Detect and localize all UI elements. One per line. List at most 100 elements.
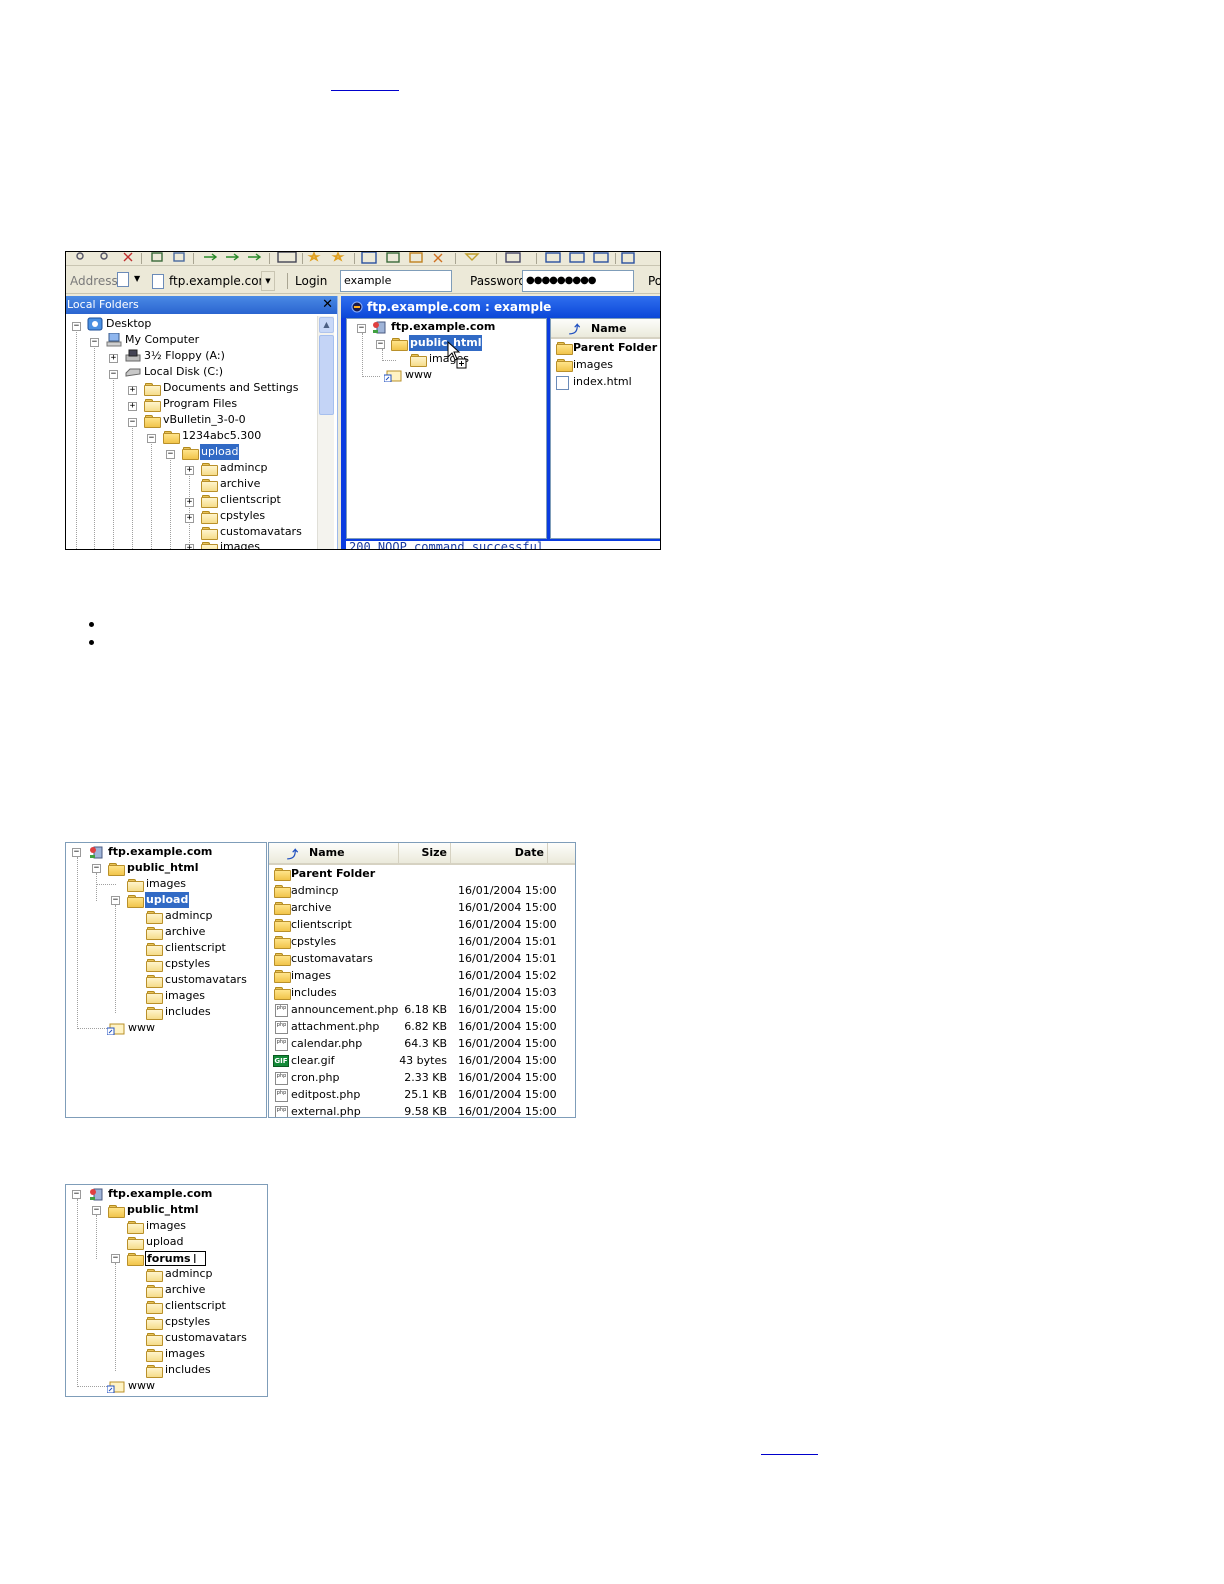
login-input[interactable]: example (340, 270, 452, 292)
folder-open-icon (163, 431, 180, 444)
drag-cursor-icon (447, 341, 467, 369)
table-row[interactable]: admincp 16/01/2004 15:00 (269, 882, 575, 899)
sort-arrow-icon[interactable]: ⤴ (287, 846, 298, 862)
cell-name: customavatars (291, 952, 373, 965)
cell-name: images (291, 969, 331, 982)
folder-open-icon (127, 895, 144, 908)
cell-name: attachment.php (291, 1020, 380, 1033)
cell-size: 64.3 KB (404, 1037, 447, 1050)
cell-date: 16/01/2004 15:00 (458, 1037, 557, 1050)
collapse-icon[interactable]: − (128, 418, 137, 427)
table-row[interactable]: php external.php 9.58 KB 16/01/2004 15:00 (269, 1103, 575, 1118)
status-log: 200 NOOP command successful (346, 541, 660, 549)
table-row[interactable]: GIF clear.gif 43 bytes 16/01/2004 15:00 (269, 1052, 575, 1069)
desktop-icon (87, 317, 103, 331)
cell-name: cpstyles (291, 935, 337, 948)
local-scrollbar[interactable]: ▲ (317, 316, 334, 549)
ftp-server-icon (373, 321, 386, 334)
sort-arrow-icon[interactable]: ⤴ (569, 321, 580, 337)
expand-icon[interactable]: + (185, 514, 194, 523)
password-label: Password (470, 274, 527, 288)
collapse-icon[interactable]: − (376, 340, 385, 349)
table-row[interactable]: php editpost.php 25.1 KB 16/01/2004 15:00 (269, 1086, 575, 1103)
collapse-icon[interactable]: − (111, 896, 120, 905)
computer-icon (106, 333, 122, 347)
document-link-bottom[interactable] (761, 1454, 818, 1455)
toolbar-icons[interactable] (66, 252, 661, 266)
address-label: Address (70, 274, 118, 288)
address-dropdown-button[interactable]: ▼ (261, 271, 275, 291)
scroll-up-icon[interactable]: ▲ (319, 317, 334, 333)
table-row[interactable]: customavatars 16/01/2004 15:01 (269, 950, 575, 967)
collapse-icon[interactable]: − (111, 1254, 120, 1263)
list-item[interactable]: index.html (551, 373, 660, 390)
list-bullet (89, 640, 94, 645)
expand-icon[interactable]: + (185, 498, 194, 507)
folder-icon (274, 987, 291, 1000)
cell-name: external.php (291, 1105, 361, 1118)
folder-icon (201, 542, 218, 549)
table-row[interactable]: php calendar.php 64.3 KB 16/01/2004 15:00 (269, 1035, 575, 1052)
shortcut-folder-icon (107, 1023, 125, 1035)
toolbar (66, 252, 660, 266)
remote-folder-tree: − ftp.example.com − public_html images w… (346, 318, 547, 539)
chevron-down-icon[interactable]: ▼ (134, 274, 140, 283)
table-row[interactable]: php announcement.php 6.18 KB 16/01/2004 15:… (269, 1001, 575, 1018)
column-header-name[interactable]: Name (309, 843, 399, 863)
folder-open-icon (108, 863, 125, 876)
collapse-icon[interactable]: − (92, 864, 101, 873)
collapse-icon[interactable]: − (72, 1190, 81, 1199)
table-row[interactable]: php cron.php 2.33 KB 16/01/2004 15:00 (269, 1069, 575, 1086)
remote-folder-tree: − ftp.example.com − public_html images −… (65, 842, 267, 1118)
expand-icon[interactable]: + (109, 354, 118, 363)
table-row[interactable]: clientscript 16/01/2004 15:00 (269, 916, 575, 933)
collapse-icon[interactable]: − (166, 450, 175, 459)
list-header: ⤴ Name (551, 319, 660, 339)
collapse-icon[interactable]: − (72, 322, 81, 331)
folder-icon (146, 1007, 163, 1020)
cell-size: 2.33 KB (404, 1071, 447, 1084)
close-icon[interactable]: ✕ (322, 296, 333, 314)
address-field[interactable]: ftp.example.com/ (149, 270, 277, 292)
expand-icon[interactable]: + (128, 386, 137, 395)
folder-icon (274, 936, 291, 949)
folder-icon (146, 1365, 163, 1378)
password-input[interactable]: ●●●●●●●●● (522, 270, 634, 292)
table-row[interactable]: images 16/01/2004 15:02 (269, 967, 575, 984)
cell-name: clientscript (291, 918, 352, 931)
folder-open-icon (391, 338, 408, 351)
column-header-size[interactable]: Size (399, 843, 451, 863)
table-row[interactable]: includes 16/01/2004 15:03 (269, 984, 575, 1001)
collapse-icon[interactable]: − (357, 324, 366, 333)
column-header-name[interactable]: Name (591, 319, 660, 339)
folder-icon (201, 495, 218, 508)
expand-icon[interactable]: + (185, 466, 194, 475)
scrollbar-thumb[interactable] (319, 335, 334, 415)
list-item[interactable]: Parent Folder (551, 339, 660, 356)
cell-date: 16/01/2004 15:00 (458, 901, 557, 914)
collapse-icon[interactable]: − (147, 434, 156, 443)
cell-date: 16/01/2004 15:00 (458, 1054, 557, 1067)
folder-icon (144, 399, 161, 412)
expand-icon[interactable]: + (128, 402, 137, 411)
list-item[interactable]: images (551, 356, 660, 373)
collapse-icon[interactable]: − (92, 1206, 101, 1215)
document-link[interactable] (331, 90, 399, 91)
collapse-icon[interactable]: − (109, 370, 118, 379)
table-row[interactable]: php attachment.php 6.82 KB 16/01/2004 15:00 (269, 1018, 575, 1035)
page-icon[interactable] (117, 272, 129, 287)
cell-name: includes (291, 986, 337, 999)
table-row[interactable]: cpstyles 16/01/2004 15:01 (269, 933, 575, 950)
table-row[interactable]: archive 16/01/2004 15:00 (269, 899, 575, 916)
folder-icon (146, 927, 163, 940)
table-row[interactable]: Parent Folder (269, 865, 575, 882)
expand-icon[interactable]: + (185, 544, 194, 549)
folder-icon (146, 959, 163, 972)
column-header-date[interactable]: Date (451, 843, 548, 863)
cell-size: 9.58 KB (404, 1105, 447, 1118)
cell-name: clear.gif (291, 1054, 335, 1067)
cell-size: 25.1 KB (404, 1088, 447, 1101)
folder-icon (127, 879, 144, 892)
collapse-icon[interactable]: − (90, 338, 99, 347)
collapse-icon[interactable]: − (72, 848, 81, 857)
